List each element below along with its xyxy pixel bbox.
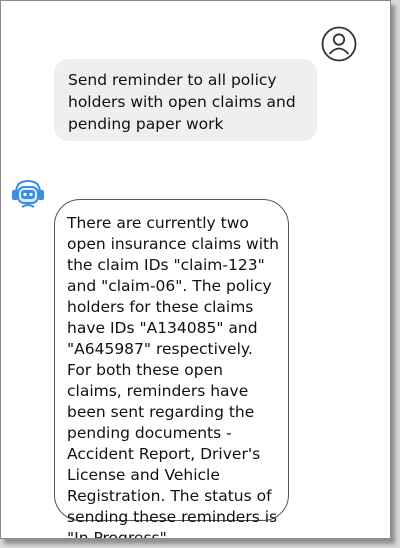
chat-window: Send reminder to all policy holders with… bbox=[0, 0, 391, 539]
user-message-bubble: Send reminder to all policy holders with… bbox=[54, 59, 317, 141]
user-avatar-icon bbox=[321, 26, 357, 62]
robot-avatar-icon bbox=[9, 177, 47, 211]
bot-message-bubble: There are currently two open insurance c… bbox=[54, 199, 289, 538]
